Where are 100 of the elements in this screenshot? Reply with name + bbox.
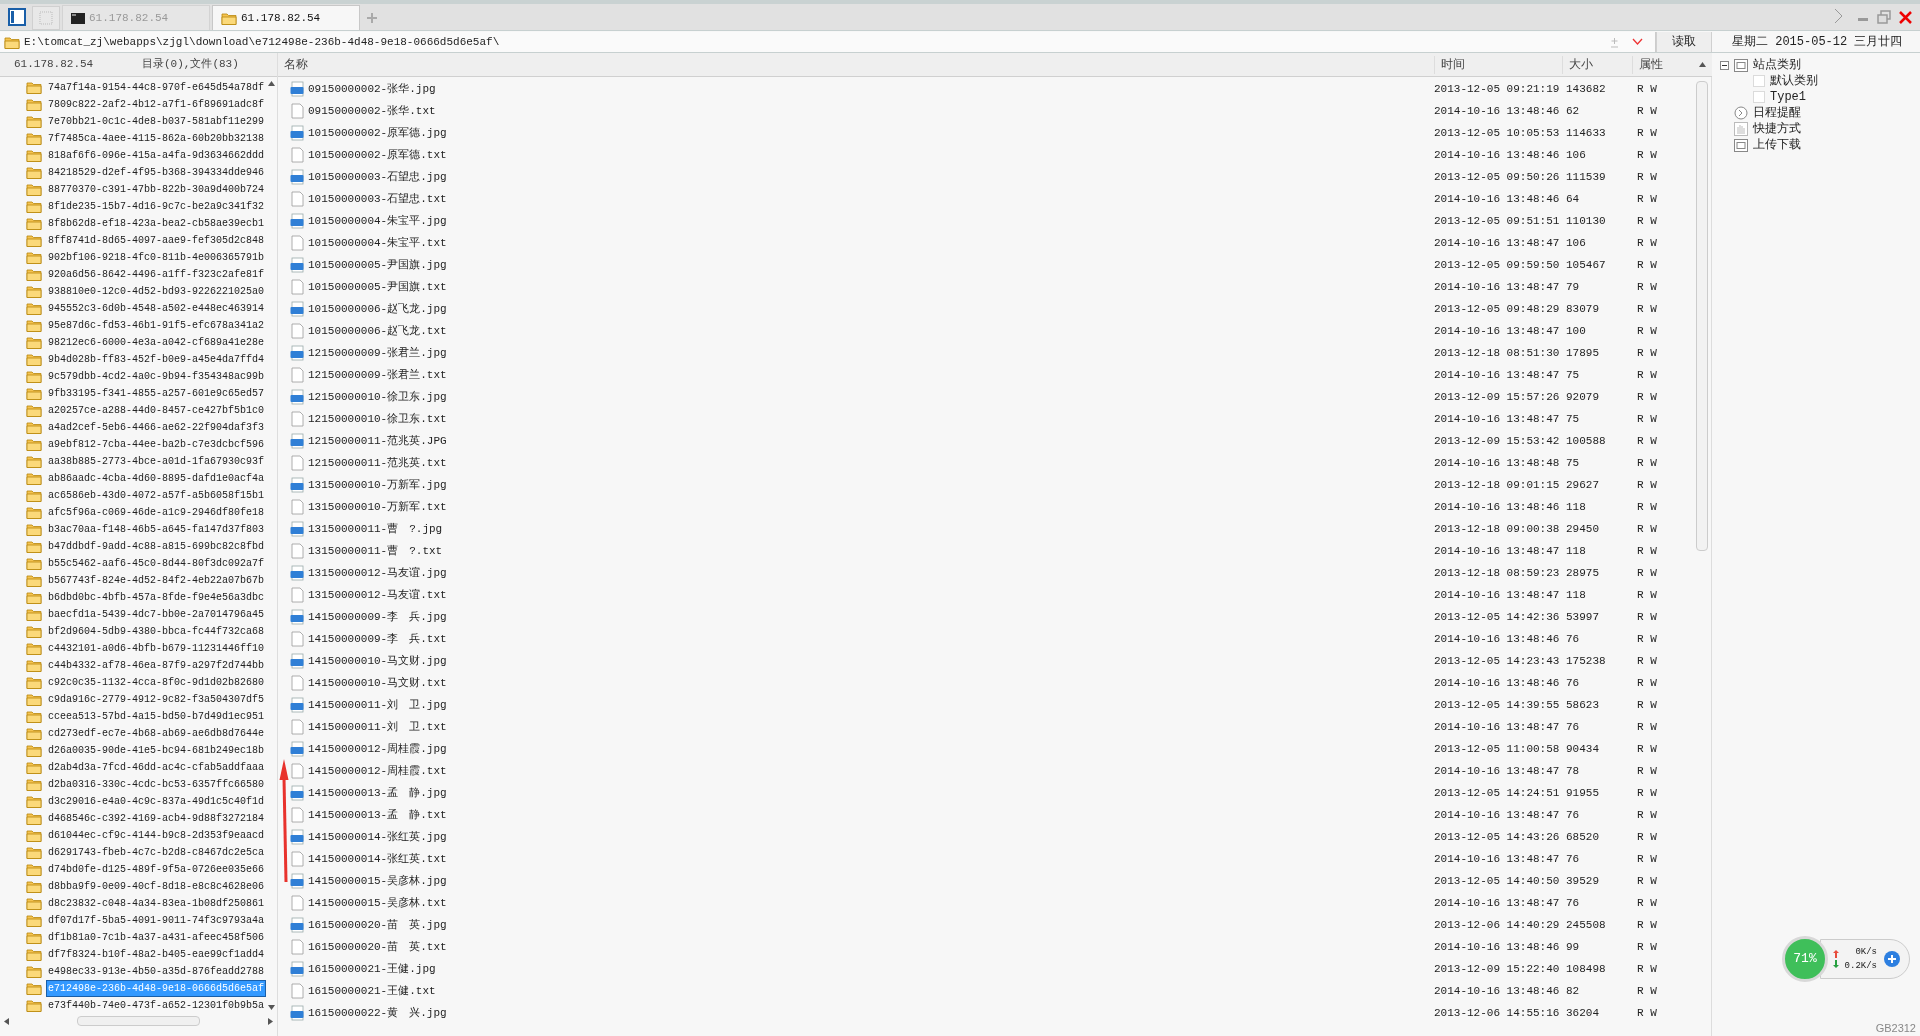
file-name[interactable]: 16150000020-苗 英.jpg — [308, 916, 447, 934]
tree-item[interactable]: 日程提醒 — [1753, 104, 1801, 122]
folder-item[interactable]: b47ddbdf-9add-4c88-a815-699bc82c8fbd — [26, 538, 266, 555]
file-name[interactable]: 12150000010-徐卫东.jpg — [308, 388, 447, 406]
folder-item[interactable]: d6291743-fbeb-4c7c-b2d8-c8467dc2e5ca — [26, 844, 266, 861]
folder-item[interactable]: d8c23832-c048-4a34-83ea-1b08df250861 — [26, 895, 266, 912]
folder-item[interactable]: df1b81a0-7c1b-4a37-a431-afeec458f506 — [26, 929, 266, 946]
file-name[interactable]: 14150000009-李 兵.jpg — [308, 608, 447, 626]
folder-item[interactable]: 920a6d56-8642-4496-a1ff-f323c2afe81f — [26, 266, 266, 283]
folder-item[interactable]: 8ff8741d-8d65-4097-aae9-fef305d2c848 — [26, 232, 266, 249]
tree-item[interactable]: 上传下载 — [1753, 136, 1801, 154]
file-name[interactable]: 12150000009-张君兰.txt — [308, 366, 447, 384]
tree-item[interactable]: 站点类别 — [1753, 56, 1801, 74]
folder-item[interactable]: e73f440b-74e0-473f-a652-12301f0b9b5a — [26, 997, 266, 1014]
folder-item[interactable]: d26a0035-90de-41e5-bc94-681b249ec18b — [26, 742, 266, 759]
collapse-icon[interactable] — [1720, 60, 1729, 70]
folder-item[interactable]: b55c5462-aaf6-45c0-8d44-80f3dc092a7f — [26, 555, 266, 572]
file-name[interactable]: 16150000020-苗 英.txt — [308, 938, 447, 956]
folder-item[interactable]: bf2d9604-5db9-4380-bbca-fc44f732ca68 — [26, 623, 266, 640]
folder-item[interactable]: 818af6f6-096e-415a-a4fa-9d3634662ddd — [26, 147, 266, 164]
folder-item[interactable]: df07d17f-5ba5-4091-9011-74f3c9793a4a — [26, 912, 266, 929]
file-name[interactable]: 14150000012-周桂霞.jpg — [308, 740, 447, 758]
file-name[interactable]: 10150000002-原军德.jpg — [308, 124, 447, 142]
folder-item[interactable]: e498ec33-913e-4b50-a35d-876feadd2788 — [26, 963, 266, 980]
file-name[interactable]: 14150000011-刘 卫.txt — [308, 718, 447, 736]
folder-item[interactable]: 938810e0-12c0-4d52-bd93-9226221025a0 — [26, 283, 266, 300]
folder-item[interactable]: d61044ec-cf9c-4144-b9c8-2d353f9eaacd — [26, 827, 266, 844]
file-name[interactable]: 10150000005-尹国旗.txt — [308, 278, 447, 296]
folder-item[interactable]: 95e87d6c-fd53-46b1-91f5-efc678a341a2 — [26, 317, 266, 334]
folder-item[interactable]: aa38b885-2773-4bce-a01d-1fa67930c93f — [26, 453, 266, 470]
file-name[interactable]: 10150000003-石望忠.txt — [308, 190, 447, 208]
file-name[interactable]: 14150000015-吴彦林.txt — [308, 894, 447, 912]
file-name[interactable]: 10150000005-尹国旗.jpg — [308, 256, 447, 274]
file-name[interactable]: 14150000010-马文财.txt — [308, 674, 447, 692]
folder-item[interactable]: d8bba9f9-0e09-40cf-8d18-e8c8c4628e06 — [26, 878, 266, 895]
folder-item[interactable]: c92c0c35-1132-4cca-8f0c-9d1d02b82680 — [26, 674, 266, 691]
folder-item[interactable]: df7f8324-b10f-48a2-b405-eae99cf1add4 — [26, 946, 266, 963]
folder-item[interactable]: d74bd0fe-d125-489f-9f5a-0726ee035e66 — [26, 861, 266, 878]
column-header[interactable]: 属性 — [1632, 55, 1692, 74]
folder-item[interactable]: 8f1de235-15b7-4d16-9c7c-be2a9c341f32 — [26, 198, 266, 215]
tree-item[interactable]: 快捷方式 — [1753, 120, 1801, 138]
file-name[interactable]: 13150000010-万新军.txt — [308, 498, 447, 516]
file-name[interactable]: 10150000002-原军德.txt — [308, 146, 447, 164]
file-name[interactable]: 09150000002-张华.txt — [308, 102, 436, 120]
folder-item[interactable]: d2ab4d3a-7fcd-46dd-ac4c-cfab5addfaaa — [26, 759, 266, 776]
file-name[interactable]: 12150000010-徐卫东.txt — [308, 410, 447, 428]
folder-item[interactable]: 9fb33195-f341-4855-a257-601e9c65ed57 — [26, 385, 266, 402]
file-name[interactable]: 13150000012-马友谊.jpg — [308, 564, 447, 582]
file-name[interactable]: 14150000015-吴彦林.jpg — [308, 872, 447, 890]
folder-item[interactable]: afc5f96a-c069-46de-a1c9-2946df80fe18 — [26, 504, 266, 521]
file-name[interactable]: 14150000010-马文财.jpg — [308, 652, 447, 670]
file-name[interactable]: 12150000011-范兆英.JPG — [308, 432, 447, 450]
folder-item[interactable]: ac6586eb-43d0-4072-a57f-a5b6058f15b1 — [26, 487, 266, 504]
folder-item[interactable]: 88770370-c391-47bb-822b-30a9d400b724 — [26, 181, 266, 198]
chevron-down-icon[interactable] — [1632, 38, 1643, 46]
folder-item[interactable]: d2ba0316-330c-4cdc-bc53-6357ffc66580 — [26, 776, 266, 793]
folder-item[interactable]: b3ac70aa-f148-46b5-a645-fa147d37f803 — [26, 521, 266, 538]
scroll-up-icon[interactable] — [267, 81, 275, 86]
file-name[interactable]: 14150000009-李 兵.txt — [308, 630, 447, 648]
column-header[interactable]: 大小 — [1562, 55, 1632, 74]
column-header[interactable]: 时间 — [1434, 55, 1562, 74]
folder-item[interactable]: 8f8b62d8-ef18-423a-bea2-cb58ae39ecb1 — [26, 215, 266, 232]
folder-item[interactable]: c9da916c-2779-4912-9c82-f3a504307df5 — [26, 691, 266, 708]
close-icon[interactable] — [1899, 11, 1912, 24]
scroll-right-icon[interactable] — [268, 1017, 273, 1025]
folder-item[interactable]: 9b4d028b-ff83-452f-b0e9-a45e4da7ffd4 — [26, 351, 266, 368]
plus-minus-icon[interactable] — [1609, 36, 1620, 48]
restore-icon[interactable] — [1877, 10, 1891, 24]
folder-item[interactable]: a20257ce-a288-44d0-8457-ce427bf5b1c0 — [26, 402, 266, 419]
file-name[interactable]: 09150000002-张华.jpg — [308, 80, 436, 98]
folder-item[interactable]: 902bf106-9218-4fc0-811b-4e006365791b — [26, 249, 266, 266]
folder-item[interactable]: c4432101-a0d6-4bfb-b679-11231446ff10 — [26, 640, 266, 657]
file-name[interactable]: 14150000014-张红英.txt — [308, 850, 447, 868]
file-name[interactable]: 14150000011-刘 卫.jpg — [308, 696, 447, 714]
file-name[interactable]: 10150000003-石望忠.jpg — [308, 168, 447, 186]
file-name[interactable]: 14150000014-张红英.jpg — [308, 828, 447, 846]
folder-item[interactable]: a4ad2cef-5eb6-4466-ae62-22f904daf3f3 — [26, 419, 266, 436]
file-name[interactable]: 13150000012-马友谊.txt — [308, 586, 447, 604]
folder-item[interactable]: 7f7485ca-4aee-4115-862a-60b20bb32138 — [26, 130, 266, 147]
folder-item[interactable]: baecfd1a-5439-4dc7-bb0e-2a7014796a45 — [26, 606, 266, 623]
read-button[interactable]: 读取 — [1656, 32, 1712, 52]
scroll-left-icon[interactable] — [4, 1017, 9, 1025]
folder-item[interactable]: 7e70bb21-0c1c-4de8-b037-581abf11e299 — [26, 113, 266, 130]
file-name[interactable]: 10150000006-赵飞龙.jpg — [308, 300, 447, 318]
file-name[interactable]: 10150000004-朱宝平.txt — [308, 234, 447, 252]
file-name[interactable]: 12150000009-张君兰.jpg — [308, 344, 447, 362]
folder-item[interactable]: c44b4332-af78-46ea-87f9-a297f2d744bb — [26, 657, 266, 674]
folder-item[interactable]: a9ebf812-7cba-44ee-ba2b-c7e3dcbcf596 — [26, 436, 266, 453]
file-name[interactable]: 14150000013-孟 静.jpg — [308, 784, 447, 802]
folder-item[interactable]: 7809c822-2af2-4b12-a7f1-6f89691adc8f — [26, 96, 266, 113]
tree-item[interactable]: 默认类别 — [1770, 72, 1818, 90]
file-name[interactable]: 13150000011-曹 ?.txt — [308, 542, 443, 560]
file-name[interactable]: 14150000012-周桂霞.txt — [308, 762, 447, 780]
plus-icon[interactable] — [366, 12, 378, 24]
file-name[interactable]: 10150000004-朱宝平.jpg — [308, 212, 447, 230]
add-button[interactable] — [1884, 951, 1900, 967]
scroll-down-icon[interactable] — [267, 1005, 275, 1010]
folder-item[interactable]: d3c29016-e4a0-4c9c-837a-49d1c5c40f1d — [26, 793, 266, 810]
folder-item[interactable]: cd273edf-ec7e-4b68-ab69-ae6db8d7644e — [26, 725, 266, 742]
scroll-up-icon[interactable] — [1698, 62, 1706, 67]
